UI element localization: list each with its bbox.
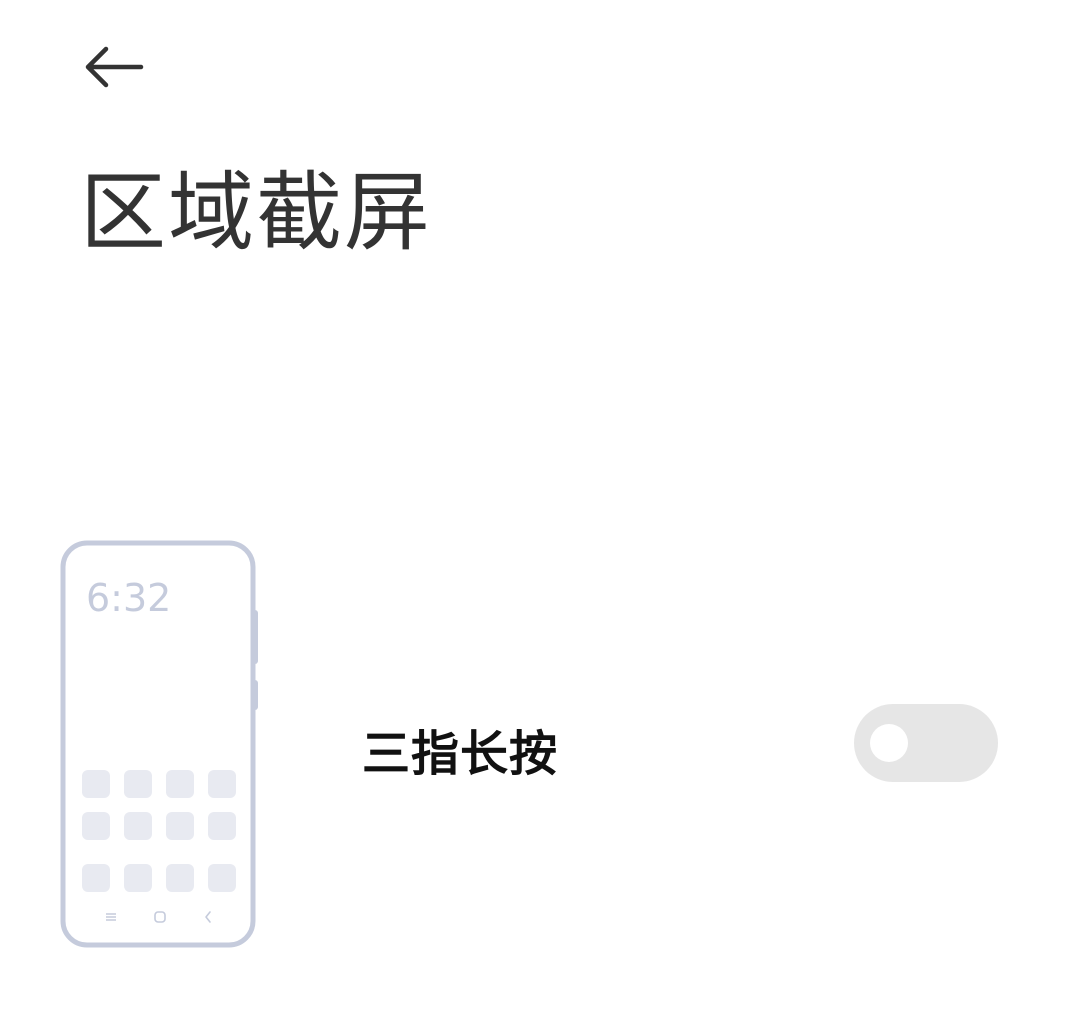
three-finger-long-press-label: 三指长按 — [362, 726, 559, 782]
phone-illustration-icon: 6:32 — [60, 540, 258, 948]
arrow-left-icon — [82, 45, 144, 93]
three-finger-long-press-row[interactable]: 6:32 三指长按 — [0, 528, 1080, 958]
back-button[interactable] — [72, 38, 156, 100]
page-title: 区域截屏 — [80, 163, 432, 263]
toggle-knob — [870, 724, 908, 762]
three-finger-long-press-toggle[interactable] — [854, 704, 998, 782]
phone-illustration-time: 6:32 — [86, 576, 172, 620]
